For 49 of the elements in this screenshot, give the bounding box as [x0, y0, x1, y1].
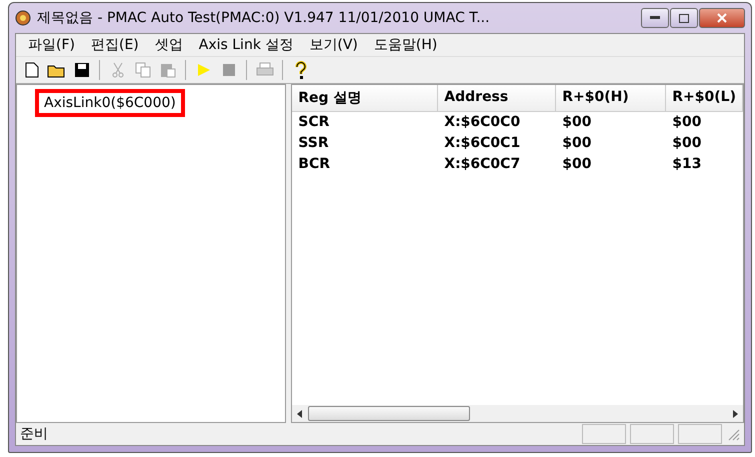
menu-item[interactable]: 셋업: [146, 36, 191, 54]
column-header[interactable]: Reg 설명: [292, 85, 438, 112]
maximize-icon: [679, 14, 689, 22]
table-cell-text: $00: [671, 113, 703, 132]
status-pane: [678, 424, 722, 444]
app-icon: [15, 10, 31, 26]
column-header[interactable]: Address: [438, 85, 556, 112]
table-cell-text: $00: [561, 113, 593, 132]
close-button[interactable]: [699, 8, 745, 28]
new-document-icon: [24, 62, 38, 78]
folder-icon: [46, 62, 66, 78]
horizontal-scrollbar[interactable]: [292, 405, 743, 422]
menu-item[interactable]: 파일(F): [20, 36, 83, 54]
status-pane: [630, 424, 674, 444]
scroll-right-icon[interactable]: [731, 410, 739, 418]
clipboard-icon: [160, 62, 176, 78]
menu-item[interactable]: Axis Link 설정: [190, 36, 302, 54]
table-cell-text: SCR: [297, 113, 330, 132]
maximize-button[interactable]: [670, 8, 698, 28]
menu-item[interactable]: 편집(E): [82, 36, 147, 54]
menu-item[interactable]: 도움말(H): [366, 36, 446, 54]
status-pane: [582, 424, 626, 444]
scissors-icon: [110, 62, 124, 78]
table-cell-text: $00: [561, 134, 593, 153]
close-icon: [717, 13, 727, 23]
table-cell-text: X:$6C0C7: [443, 155, 522, 174]
column-header[interactable]: R+$0(H): [556, 85, 666, 112]
help-icon: [294, 61, 306, 79]
column-header[interactable]: R+$0(L): [666, 85, 743, 112]
table-cell-text: SSR: [297, 134, 330, 153]
table-cell-text: X:$6C0C0: [443, 113, 522, 132]
table-cell-text: $13: [671, 155, 703, 174]
status-text: 준비: [20, 425, 49, 443]
scrollbar-thumb[interactable]: [308, 406, 470, 421]
table-cell-text: $00: [671, 134, 703, 153]
resize-grip-icon[interactable]: [726, 427, 740, 441]
printer-icon: [256, 62, 274, 78]
play-icon: [196, 63, 210, 77]
window-title: 제목없음 - PMAC Auto Test(PMAC:0) V1.947 11/01/2010 UMAC T...: [37, 9, 491, 27]
copy-icon: [134, 62, 150, 78]
stop-icon: [222, 64, 234, 76]
tree-item[interactable]: AxisLink0($6C000): [35, 89, 185, 117]
minimize-icon: [650, 16, 660, 20]
table-cell-text: X:$6C0C1: [443, 134, 522, 153]
scroll-left-icon[interactable]: [296, 410, 304, 418]
menu-item[interactable]: 보기(V): [301, 36, 366, 54]
table-cell-text: BCR: [297, 155, 332, 174]
minimize-button[interactable]: [641, 8, 669, 28]
table-cell-text: $00: [561, 155, 593, 174]
